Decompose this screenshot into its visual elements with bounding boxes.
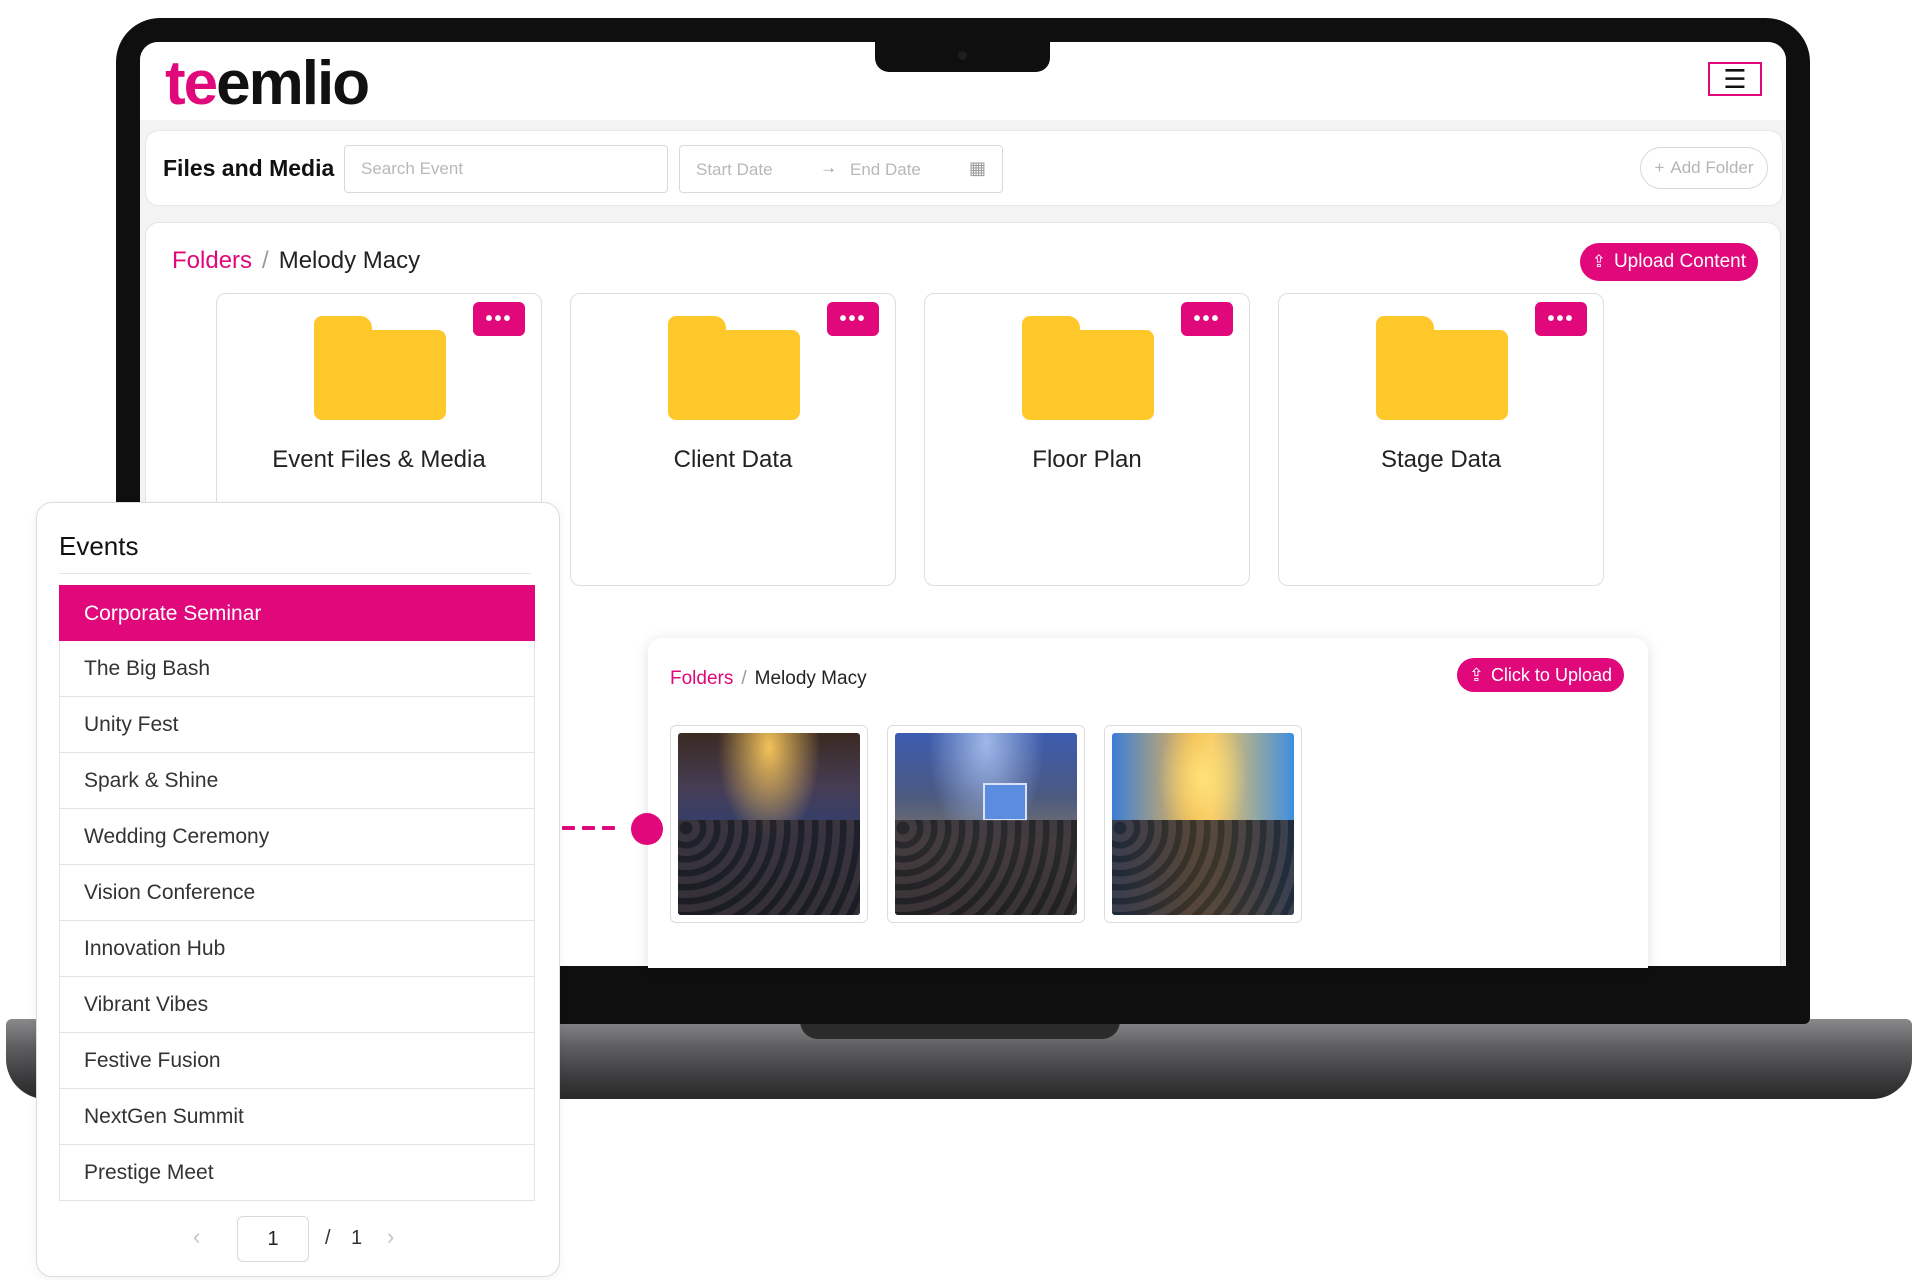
connector-dash (562, 826, 575, 830)
event-item-corporate-seminar[interactable]: Corporate Seminar (59, 585, 535, 641)
more-options-button[interactable]: ••• (1535, 302, 1587, 336)
folder-icon (1022, 316, 1154, 420)
folder-card[interactable]: ••• Stage Data (1278, 293, 1604, 586)
folder-name: Stage Data (1380, 446, 1502, 473)
more-options-button[interactable]: ••• (827, 302, 879, 336)
camera-notch (875, 42, 1050, 72)
divider (59, 573, 531, 574)
add-folder-button[interactable]: + Add Folder (1640, 147, 1768, 189)
add-folder-label: Add Folder (1670, 158, 1754, 177)
breadcrumb-current: Melody Macy (278, 247, 421, 274)
events-title: Events (59, 531, 139, 561)
more-options-button[interactable]: ••• (473, 302, 525, 336)
media-thumbnail[interactable] (1104, 725, 1302, 923)
upload-preview-card: Folders / Melody Macy ⇪ Click to Upload (648, 638, 1648, 968)
page-title: Files and Media (163, 155, 335, 181)
upload-icon: ⇪ (1591, 252, 1606, 271)
pagination: ‹ 1 / 1 › (37, 1216, 559, 1262)
event-item-innovation-hub[interactable]: Innovation Hub (59, 921, 535, 977)
page-total: 1 (351, 1227, 363, 1249)
connector-dash (582, 826, 595, 830)
logo-accent: te (165, 49, 218, 118)
breadcrumb-folders-link[interactable]: Folders (172, 247, 252, 274)
arrow-right-icon: → (820, 158, 837, 177)
media-thumbnail[interactable] (670, 725, 868, 923)
folder-name: Event Files & Media (272, 446, 486, 473)
event-item-festive-fusion[interactable]: Festive Fusion (59, 1033, 535, 1089)
connector-dot (631, 813, 663, 845)
brand-logo[interactable]: teemlio (165, 48, 370, 119)
upload-content-button[interactable]: ⇪ Upload Content (1579, 243, 1758, 281)
folder-card[interactable]: ••• Floor Plan (924, 293, 1250, 586)
calendar-icon: ▦ (968, 158, 986, 178)
toolbar: Files and Media Search Event Start Date … (145, 130, 1783, 206)
event-item-nextgen-summit[interactable]: NextGen Summit (59, 1089, 535, 1145)
event-item-unity-fest[interactable]: Unity Fest (59, 697, 535, 753)
event-item-spark-and-shine[interactable]: Spark & Shine (59, 753, 535, 809)
breadcrumb-separator: / (262, 247, 269, 274)
events-panel: Events Corporate Seminar The Big Bash Un… (36, 502, 560, 1277)
folder-name: Client Data (673, 446, 793, 473)
folder-name: Floor Plan (1032, 446, 1142, 473)
page-separator: / (325, 1227, 331, 1249)
inner-breadcrumb-folders-link[interactable]: Folders (670, 668, 733, 689)
media-thumbnail[interactable] (887, 725, 1085, 923)
chevron-right-icon[interactable]: › (387, 1224, 394, 1250)
folder-icon (314, 316, 446, 420)
folder-card[interactable]: ••• Client Data (570, 293, 896, 586)
end-date-field[interactable]: End Date (850, 160, 921, 180)
event-item-vision-conference[interactable]: Vision Conference (59, 865, 535, 921)
start-date-field[interactable]: Start Date (696, 160, 773, 180)
more-options-button[interactable]: ••• (1181, 302, 1233, 336)
event-item-wedding-ceremony[interactable]: Wedding Ceremony (59, 809, 535, 865)
event-photo-image (1112, 733, 1294, 915)
logo-text: emlio (216, 49, 370, 118)
breadcrumb: Folders / Melody Macy (172, 247, 420, 275)
event-photo-image (895, 733, 1077, 915)
event-list: Corporate Seminar The Big Bash Unity Fes… (59, 585, 535, 1201)
event-photo-image (678, 733, 860, 915)
folder-icon (668, 316, 800, 420)
date-range-picker[interactable]: Start Date → End Date ▦ (679, 145, 1003, 193)
inner-breadcrumb-separator: / (741, 668, 747, 689)
menu-button[interactable]: ☰ (1708, 62, 1762, 96)
plus-icon: + (1654, 158, 1665, 177)
chevron-left-icon[interactable]: ‹ (193, 1224, 200, 1250)
search-input[interactable]: Search Event (344, 145, 668, 193)
upload-content-label: Upload Content (1613, 251, 1746, 272)
folder-icon (1376, 316, 1508, 420)
page-number-input[interactable]: 1 (237, 1216, 309, 1262)
inner-breadcrumb-current: Melody Macy (754, 668, 867, 689)
camera-icon (958, 51, 967, 60)
inner-breadcrumb: Folders / Melody Macy (670, 668, 867, 690)
hamburger-icon: ☰ (1723, 64, 1747, 94)
event-item-the-big-bash[interactable]: The Big Bash (59, 641, 535, 697)
event-item-vibrant-vibes[interactable]: Vibrant Vibes (59, 977, 535, 1033)
connector-dash (602, 826, 615, 830)
click-to-upload-label: Click to Upload (1490, 664, 1612, 685)
upload-icon: ⇪ (1468, 664, 1484, 685)
click-to-upload-button[interactable]: ⇪ Click to Upload (1456, 658, 1624, 692)
event-item-prestige-meet[interactable]: Prestige Meet (59, 1145, 535, 1201)
